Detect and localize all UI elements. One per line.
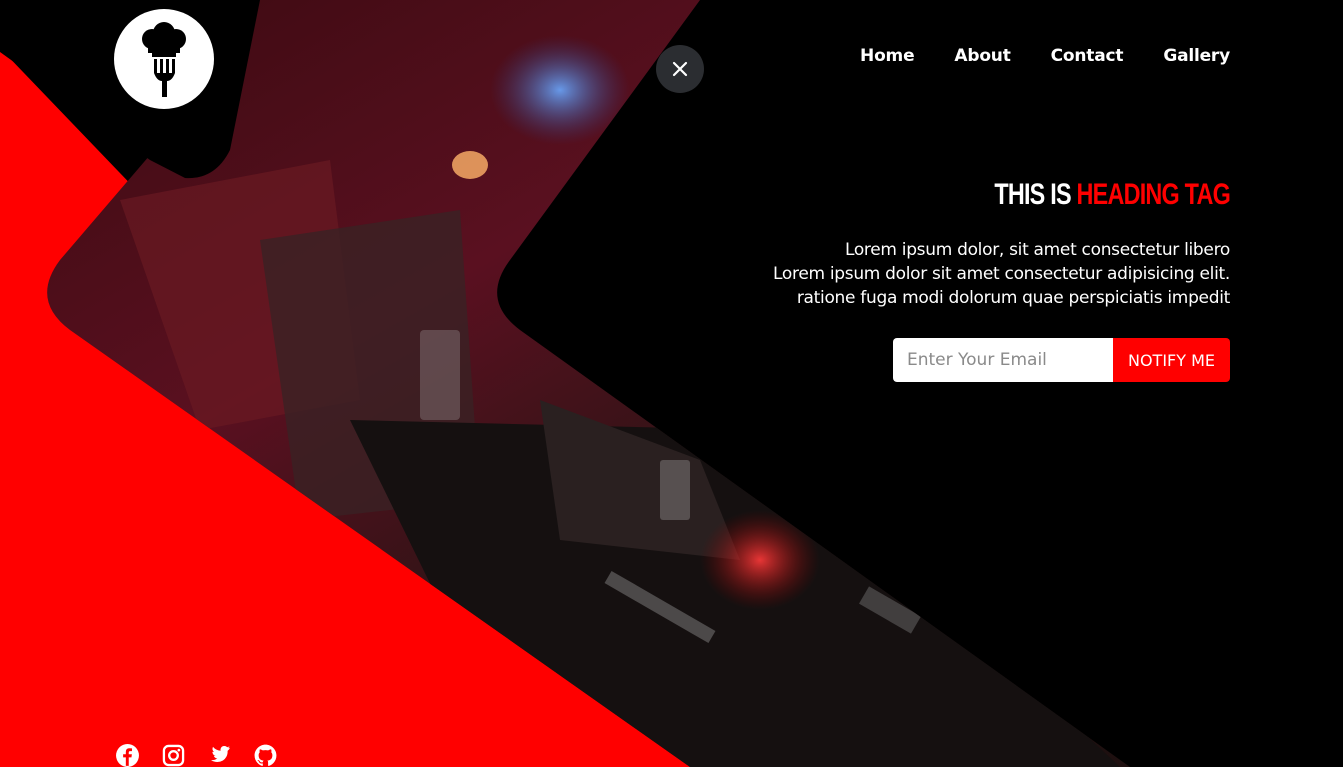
facebook-icon[interactable]: [114, 742, 140, 767]
social-links: [114, 742, 278, 767]
nav-item-gallery[interactable]: Gallery: [1163, 46, 1230, 66]
desc-line: Lorem ipsum dolor, sit amet consectetur …: [844, 240, 1230, 260]
twitter-icon[interactable]: [206, 742, 232, 767]
main-nav: Home About Contact Gallery: [860, 46, 1230, 66]
close-button[interactable]: [656, 45, 704, 93]
desc-line: ratione fuga modi dolorum quae perspicia…: [796, 288, 1230, 308]
nav-item-contact[interactable]: Contact: [1051, 46, 1124, 66]
nav-item-home[interactable]: Home: [860, 46, 915, 66]
hero-graphic: [0, 0, 1131, 767]
email-input[interactable]: [893, 338, 1113, 382]
heading-part-red: HEADING TAG: [1076, 178, 1231, 211]
desc-line: Lorem ipsum dolor sit amet consectetur a…: [773, 264, 1230, 284]
github-icon[interactable]: [252, 742, 278, 767]
hero-content: THIS IS HEADING TAG Lorem ipsum dolor, s…: [750, 178, 1231, 310]
close-icon: [672, 61, 688, 77]
hero-description: Lorem ipsum dolor, sit amet consectetur …: [750, 238, 1230, 310]
notify-form: NOTIFY ME: [893, 338, 1230, 382]
hero-heading: THIS IS HEADING TAG: [856, 178, 1230, 212]
notify-button[interactable]: NOTIFY ME: [1113, 338, 1230, 382]
chef-fork-icon: [142, 22, 186, 97]
logo[interactable]: [114, 9, 214, 109]
instagram-icon[interactable]: [160, 742, 186, 767]
nav-item-about[interactable]: About: [954, 46, 1010, 66]
heading-part-white: THIS IS: [994, 178, 1071, 211]
